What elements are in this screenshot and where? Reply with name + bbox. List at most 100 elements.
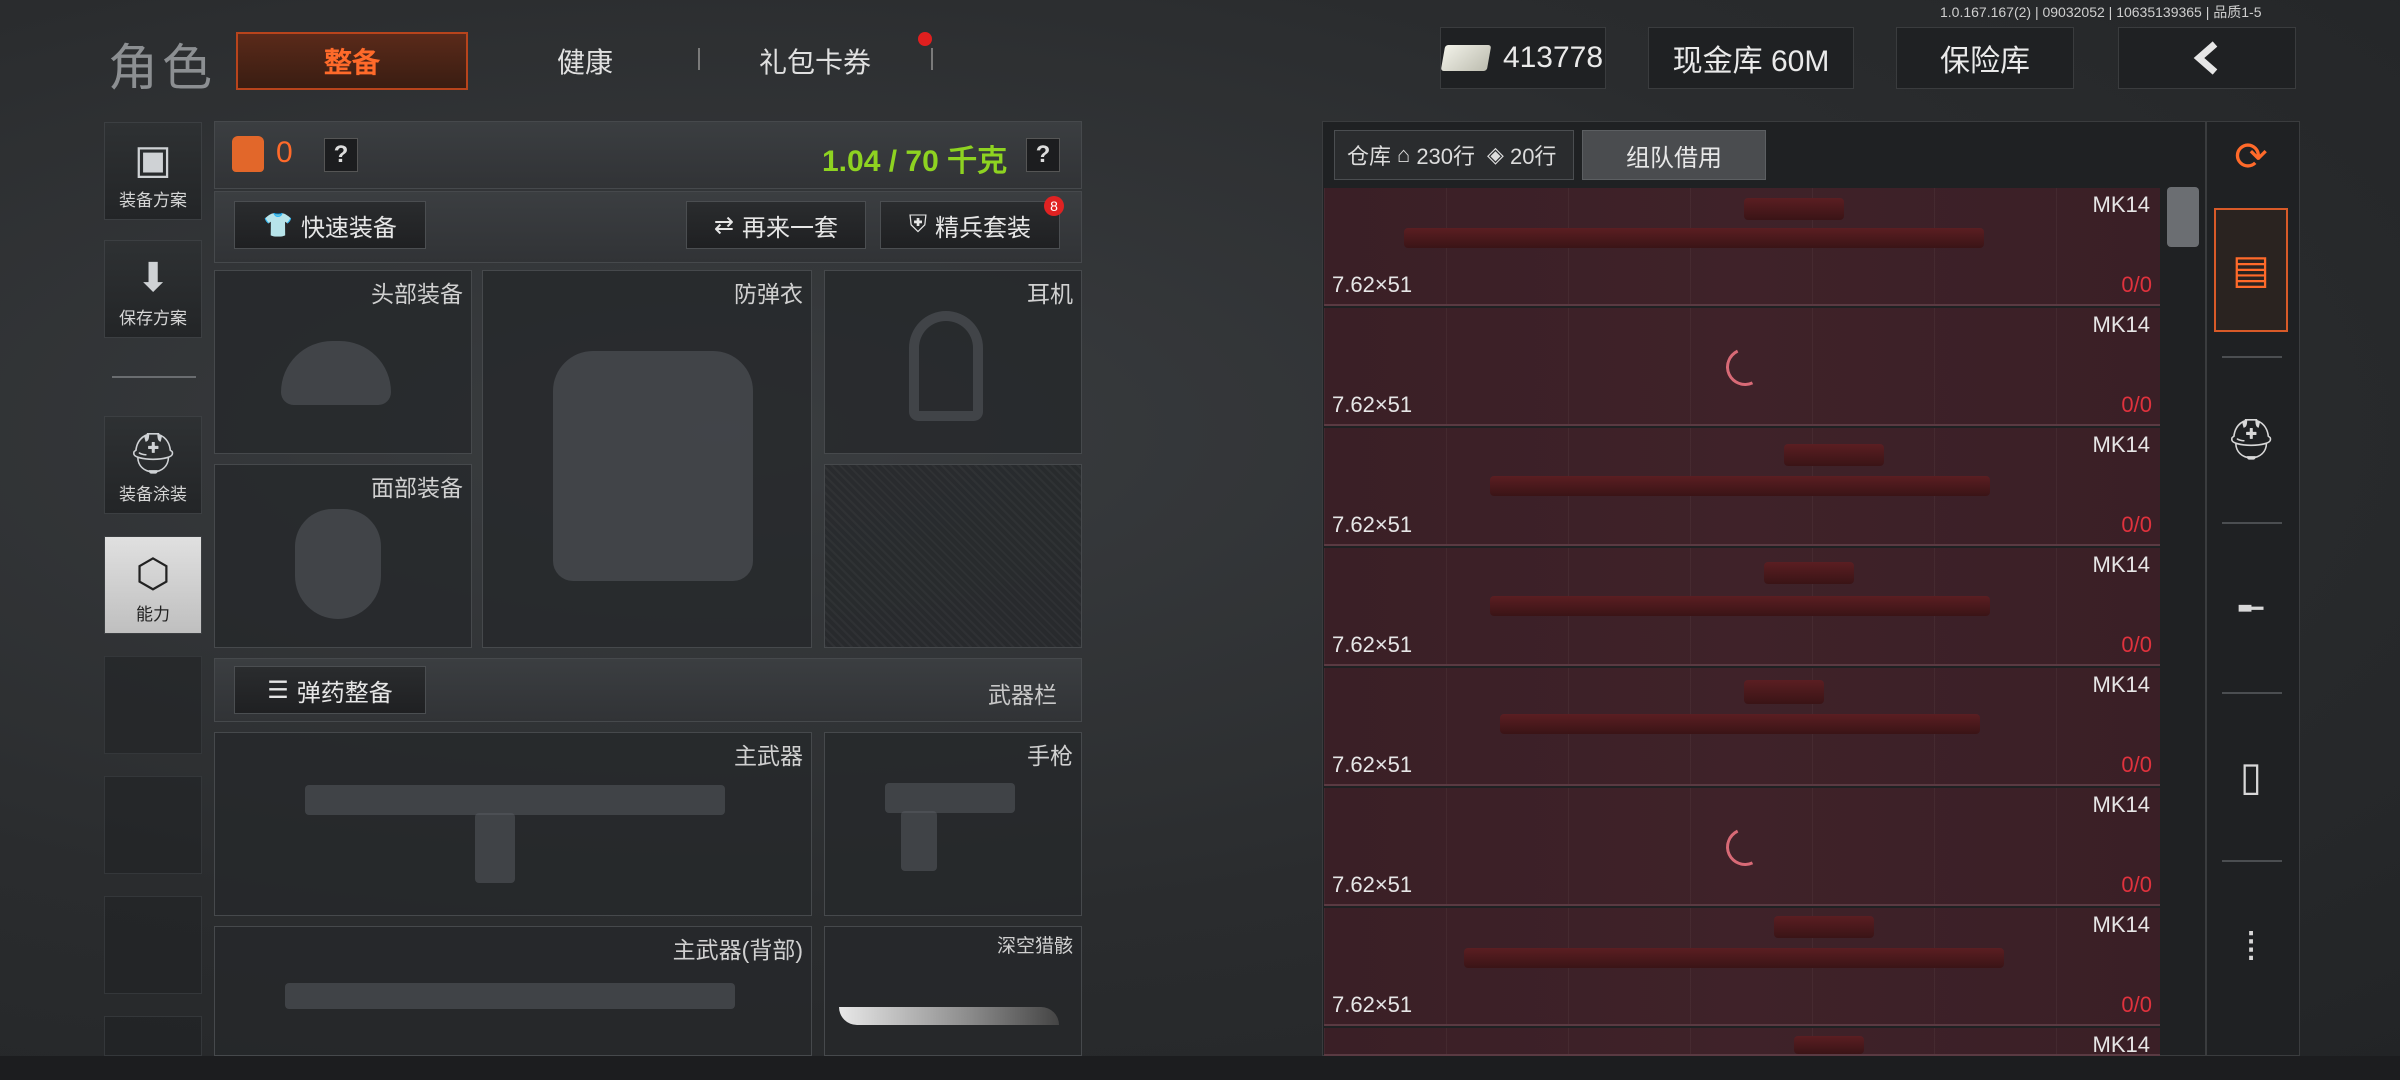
filter-divider (2222, 692, 2282, 694)
weight-value: 1.04 / 70 千克 (822, 145, 1008, 178)
filter-divider (2222, 860, 2282, 862)
list-item[interactable]: MK14 7.62×51 0/0 (1324, 908, 2160, 1026)
currency-value: 413778 (1502, 41, 1604, 74)
slot-face[interactable]: 面部装备 (214, 464, 472, 648)
slot-pistol[interactable]: 手枪 (824, 732, 1082, 916)
armor-icon (232, 136, 264, 172)
ammo-stack-icon: ☰ (267, 676, 289, 704)
slot-vest[interactable]: 防弹衣 (482, 270, 812, 648)
sidebar-item-paint[interactable]: ⛑ 装备涂装 (104, 416, 202, 514)
slot-head[interactable]: 头部装备 (214, 270, 472, 454)
slot-melee[interactable]: 深空猎骸 (824, 926, 1082, 1056)
scope-image (1744, 198, 1844, 220)
loading-spinner-icon (1720, 342, 1770, 392)
ammo-prep-button[interactable]: ☰ 弹药整备 (234, 666, 426, 714)
sidebar-item-label: 装备方案 (119, 191, 187, 210)
mk14-rifle-image (1490, 596, 1990, 616)
page-title: 角色 (108, 40, 216, 96)
list-item[interactable]: MK14 7.62×51 0/0 (1324, 188, 2160, 306)
list-item[interactable]: MK14 7.62×51 0/0 (1324, 428, 2160, 546)
home-icon: ⌂ (1397, 142, 1411, 167)
lightning-hex-icon: ⬡ (135, 552, 171, 596)
shirt-icon: 👕 (263, 211, 293, 239)
bullet-icon[interactable]: ⁞ (2214, 910, 2288, 984)
vest-silhouette (553, 351, 753, 581)
scope-image (1744, 680, 1824, 704)
warehouse-capacity[interactable]: 仓库 ⌂ 230行 ◈ 20行 (1334, 130, 1574, 180)
tab-separator (931, 48, 933, 70)
pistol-silhouette (885, 783, 1015, 813)
tab-gift-coupons[interactable]: 礼包卡券 (740, 32, 890, 90)
mk14-rifle-image (1404, 228, 1984, 248)
magazine-icon[interactable]: ▯ (2214, 740, 2288, 814)
list-item[interactable]: MK14 7.62×51 0/0 (1324, 668, 2160, 786)
helmet-paint-icon: ⛑ (127, 432, 179, 476)
scope-image (1794, 1036, 1864, 1054)
armor-value: 0 (276, 136, 293, 169)
gasmask-silhouette (295, 509, 381, 619)
list-item[interactable]: MK14 7.62×51 0/0 (1324, 308, 2160, 426)
team-borrow-button[interactable]: 组队借用 (1582, 130, 1766, 180)
helmet-icon[interactable]: ⛑ (2214, 402, 2288, 476)
currency-display[interactable]: 413778 (1440, 27, 1606, 89)
scope-image (1784, 444, 1884, 466)
sidebar-item-save-plan[interactable]: ⬇ 保存方案 (104, 240, 202, 338)
sidebar-divider (112, 376, 196, 378)
sidebar-item-ability[interactable]: ⬡ 能力 (104, 536, 202, 634)
elite-kit-badge: 8 (1044, 196, 1064, 216)
sidebar-empty-slot (104, 896, 202, 994)
sidebar-item-label: 装备涂装 (119, 485, 187, 504)
stack-refresh-icon[interactable]: ⟳ (2214, 120, 2288, 194)
cash-icon (1440, 45, 1492, 71)
vest-icon: ▣ (134, 138, 172, 182)
weapon-bar-label: 武器栏 (988, 682, 1057, 708)
rifle-silhouette (305, 785, 725, 815)
ticket-icon: ◈ (1487, 142, 1504, 167)
elite-kit-button[interactable]: ⛨ 精兵套装 (880, 201, 1060, 249)
sidebar-empty-slot (104, 656, 202, 754)
weight-help-button[interactable]: ? (1026, 138, 1060, 172)
sidebar-item-loadout-plan[interactable]: ▣ 装备方案 (104, 122, 202, 220)
mk14-rifle-image (1500, 714, 1980, 734)
chevron-left-icon (2193, 41, 2218, 75)
tab-health[interactable]: 健康 (520, 32, 650, 90)
again-button[interactable]: ⇄ 再来一套 (686, 201, 866, 249)
shield-icon: ⛨ (909, 211, 927, 238)
filter-divider (2222, 522, 2282, 524)
slot-primary-weapon[interactable]: 主武器 (214, 732, 812, 916)
scope-image (1774, 916, 1874, 938)
download-icon: ⬇ (136, 256, 170, 300)
rifle-mag-silhouette (475, 813, 515, 883)
mk14-rifle-image (1464, 948, 2004, 968)
slot-primary-weapon-back[interactable]: 主武器(背部) (214, 926, 812, 1056)
helmet-silhouette (281, 341, 391, 405)
armor-help-button[interactable]: ? (324, 138, 358, 172)
bottom-strip (0, 1056, 2400, 1080)
knife-image (839, 1007, 1059, 1025)
slot-empty[interactable] (824, 464, 1082, 648)
quick-equip-button[interactable]: 👕 快速装备 (234, 201, 426, 249)
list-item[interactable]: MK14 (1324, 1028, 2160, 1056)
cash-vault-button[interactable]: 现金库 60M (1648, 27, 1854, 89)
loading-spinner-icon (1720, 822, 1770, 872)
tab-equip[interactable]: 整备 (236, 32, 468, 90)
notification-dot (918, 32, 932, 46)
sidebar-empty-slot (104, 776, 202, 874)
headset-silhouette (909, 311, 983, 421)
insurance-vault-button[interactable]: 保险库 (1896, 27, 2074, 89)
storage-scrollbar[interactable] (2167, 187, 2199, 247)
list-item[interactable]: MK14 7.62×51 0/0 (1324, 548, 2160, 666)
box-layers-icon[interactable]: ▤ (2214, 208, 2288, 332)
sidebar-item-label: 能力 (136, 605, 170, 624)
sidebar-empty-slot (104, 1016, 202, 1056)
rifle-back-silhouette (285, 983, 735, 1009)
back-button[interactable] (2118, 27, 2296, 89)
scope-image (1764, 562, 1854, 584)
list-item[interactable]: MK14 7.62×51 0/0 (1324, 788, 2160, 906)
rifle-icon[interactable]: ╾ (2214, 572, 2288, 646)
mk14-rifle-image (1490, 476, 1990, 496)
pistol-grip-silhouette (901, 811, 937, 871)
version-text: 1.0.167.167(2) | 09032052 | 10635139365 … (1940, 4, 2262, 20)
filter-divider (2222, 356, 2282, 358)
slot-headset[interactable]: 耳机 (824, 270, 1082, 454)
